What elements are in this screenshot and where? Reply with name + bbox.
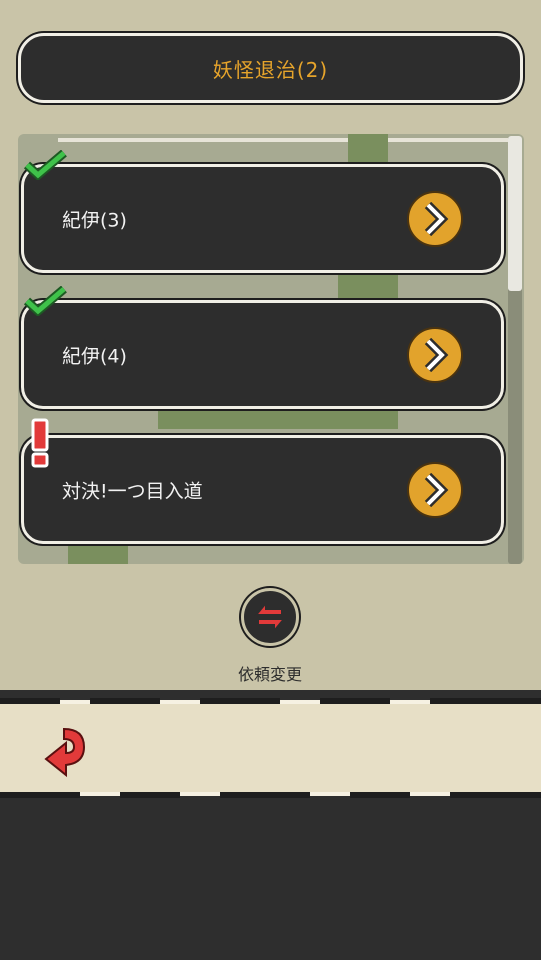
go-button[interactable] xyxy=(407,190,463,247)
divider-dashes xyxy=(0,792,541,798)
back-button[interactable] xyxy=(40,724,90,782)
quest-item[interactable]: 紀伊(3) xyxy=(21,164,504,273)
background-creature-art xyxy=(68,544,128,564)
check-icon xyxy=(24,286,67,316)
exclamation-icon xyxy=(31,418,49,468)
chevron-right-icon xyxy=(424,472,449,507)
quest-screen: 妖怪退治(2) 紀伊(3) 紀伊(4) 対決!一つ目入道 依頼変更 xyxy=(0,0,541,690)
swap-arrows-icon xyxy=(253,600,287,634)
quest-label: 対決!一つ目入道 xyxy=(62,480,203,502)
check-icon xyxy=(24,150,67,180)
chevron-right-icon xyxy=(424,337,449,372)
page-title: 妖怪退治(2) xyxy=(212,57,329,82)
title-bar: 妖怪退治(2) xyxy=(18,33,523,103)
background-creature-art xyxy=(158,409,398,429)
quest-label: 紀伊(4) xyxy=(62,345,127,367)
quest-item[interactable]: 対決!一つ目入道 xyxy=(21,435,504,544)
go-button[interactable] xyxy=(407,326,463,383)
go-button[interactable] xyxy=(407,461,463,518)
divider-dashes xyxy=(0,698,541,704)
change-request-button[interactable] xyxy=(241,588,299,646)
list-top-divider xyxy=(58,138,508,142)
chevron-right-icon xyxy=(424,201,449,236)
change-request-label: 依頼変更 xyxy=(237,665,302,684)
bottom-bar xyxy=(0,698,541,798)
quest-item[interactable]: 紀伊(4) xyxy=(21,300,504,409)
return-arrow-icon xyxy=(44,727,86,778)
quest-label: 紀伊(3) xyxy=(62,209,127,231)
list-scrollbar[interactable] xyxy=(508,136,522,564)
scrollbar-thumb[interactable] xyxy=(508,136,522,291)
